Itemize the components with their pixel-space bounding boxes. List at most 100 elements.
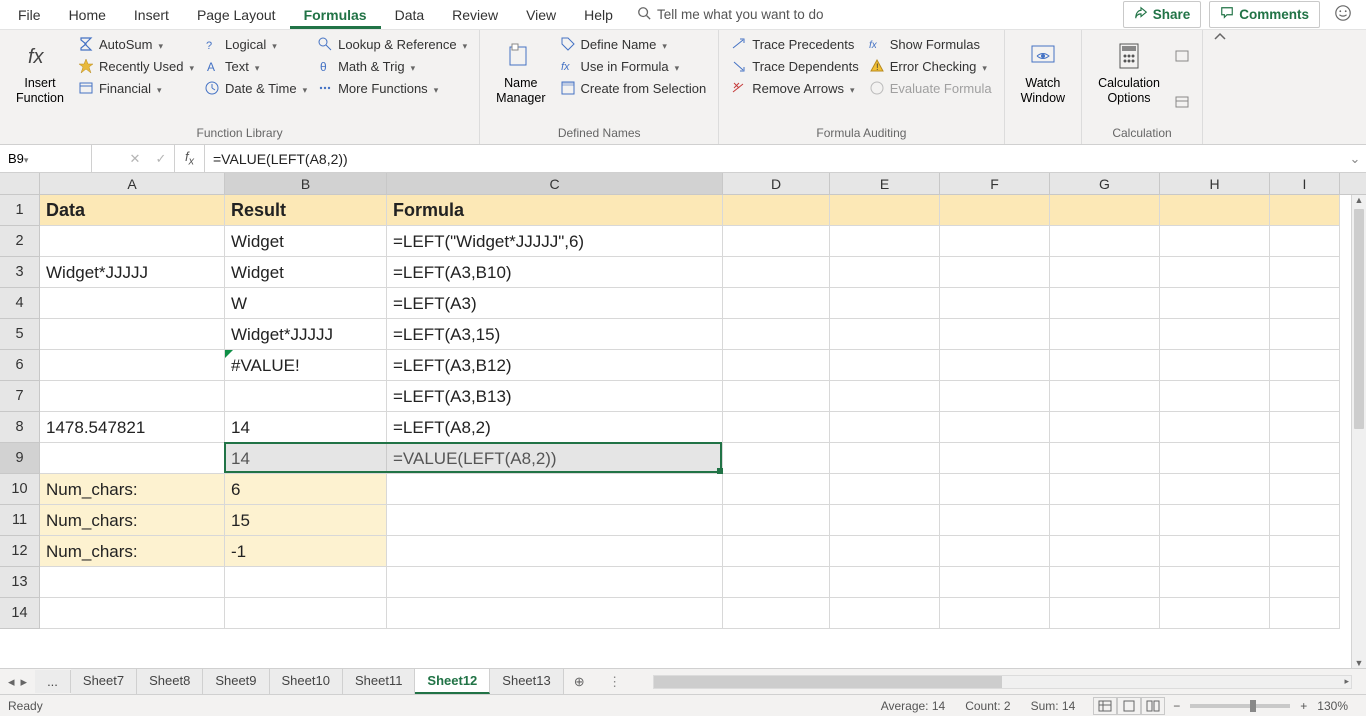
cell[interactable]	[1160, 226, 1270, 257]
cell[interactable]	[940, 474, 1050, 505]
sheet-tab[interactable]: Sheet11	[343, 669, 415, 694]
cell[interactable]: 15	[225, 505, 387, 536]
cell[interactable]	[723, 443, 830, 474]
cell[interactable]: =LEFT("Widget*JJJJJ",6)	[387, 226, 723, 257]
cell[interactable]	[723, 598, 830, 629]
spreadsheet-grid[interactable]: ABCDEFGHI 1234567891011121314 DataResult…	[0, 173, 1366, 668]
scrollbar-thumb[interactable]	[1354, 209, 1364, 429]
cell[interactable]	[1050, 536, 1160, 567]
cell[interactable]	[940, 567, 1050, 598]
cell[interactable]	[723, 505, 830, 536]
menu-tab-help[interactable]: Help	[570, 1, 627, 29]
calculation-options-button[interactable]: Calculation Options	[1090, 34, 1168, 124]
column-header[interactable]: A	[40, 173, 225, 194]
cell[interactable]	[387, 598, 723, 629]
cell[interactable]	[1270, 257, 1340, 288]
cell[interactable]	[723, 350, 830, 381]
cell[interactable]	[1160, 257, 1270, 288]
cell[interactable]: W	[225, 288, 387, 319]
sheet-tab[interactable]: Sheet7	[71, 669, 137, 694]
row-header[interactable]: 10	[0, 474, 40, 505]
vertical-scrollbar[interactable]: ▲ ▼	[1351, 195, 1366, 668]
cell[interactable]	[1270, 443, 1340, 474]
cell[interactable]	[940, 226, 1050, 257]
define-name-button[interactable]: Define Name	[556, 34, 711, 54]
cell[interactable]: Widget*JJJJJ	[40, 257, 225, 288]
cell[interactable]	[723, 536, 830, 567]
cell[interactable]: =LEFT(A8,2)	[387, 412, 723, 443]
cell[interactable]	[723, 474, 830, 505]
zoom-level[interactable]: 130%	[1317, 699, 1348, 713]
collapse-ribbon-button[interactable]	[1203, 30, 1237, 144]
sheet-overflow[interactable]: ...	[35, 670, 71, 693]
feedback-smiley-icon[interactable]	[1334, 4, 1352, 25]
cell[interactable]	[1270, 195, 1340, 226]
cell[interactable]	[1050, 567, 1160, 598]
cell[interactable]	[1050, 257, 1160, 288]
row-header[interactable]: 9	[0, 443, 40, 474]
cell[interactable]: =LEFT(A3)	[387, 288, 723, 319]
cell[interactable]	[1050, 288, 1160, 319]
cell[interactable]	[40, 319, 225, 350]
row-header[interactable]: 5	[0, 319, 40, 350]
cell[interactable]	[1270, 381, 1340, 412]
menu-tab-file[interactable]: File	[4, 1, 55, 29]
cell[interactable]: Num_chars:	[40, 505, 225, 536]
cell[interactable]	[387, 567, 723, 598]
cell[interactable]	[940, 381, 1050, 412]
cell[interactable]	[225, 567, 387, 598]
cell[interactable]: #VALUE!	[225, 350, 387, 381]
cell[interactable]: Formula	[387, 195, 723, 226]
cell[interactable]	[1050, 598, 1160, 629]
cell[interactable]	[1050, 350, 1160, 381]
cell[interactable]	[1160, 319, 1270, 350]
menu-tab-home[interactable]: Home	[55, 1, 120, 29]
cell[interactable]	[830, 536, 940, 567]
cell[interactable]	[940, 505, 1050, 536]
cell[interactable]: Num_chars:	[40, 474, 225, 505]
cell[interactable]	[1160, 381, 1270, 412]
formula-input[interactable]: =VALUE(LEFT(A8,2))	[205, 145, 1344, 172]
row-header[interactable]: 2	[0, 226, 40, 257]
error-checking-button[interactable]: !Error Checking	[865, 56, 996, 76]
sheet-tab[interactable]: Sheet10	[270, 669, 343, 694]
cell[interactable]	[940, 195, 1050, 226]
cell[interactable]	[830, 288, 940, 319]
cell[interactable]: 1478.547821	[40, 412, 225, 443]
row-header[interactable]: 14	[0, 598, 40, 629]
autosum-button[interactable]: AutoSum	[74, 34, 198, 54]
trace-precedents-button[interactable]: Trace Precedents	[727, 34, 862, 54]
row-header[interactable]: 6	[0, 350, 40, 381]
cell[interactable]	[40, 567, 225, 598]
zoom-out-button[interactable]: −	[1173, 699, 1180, 713]
row-header[interactable]: 12	[0, 536, 40, 567]
more-functions-button[interactable]: More Functions	[313, 78, 471, 98]
cell[interactable]	[40, 598, 225, 629]
fx-label-icon[interactable]: fx	[175, 145, 205, 172]
cell[interactable]	[40, 350, 225, 381]
cell[interactable]	[1050, 505, 1160, 536]
comments-button[interactable]: Comments	[1209, 1, 1320, 28]
cell[interactable]	[1160, 288, 1270, 319]
cell[interactable]	[1050, 319, 1160, 350]
column-header[interactable]: E	[830, 173, 940, 194]
normal-view-icon[interactable]	[1093, 697, 1117, 715]
cell[interactable]: 14	[225, 412, 387, 443]
cell[interactable]	[40, 288, 225, 319]
row-header[interactable]: 3	[0, 257, 40, 288]
cell[interactable]: 6	[225, 474, 387, 505]
menu-tab-view[interactable]: View	[512, 1, 570, 29]
cell[interactable]	[723, 226, 830, 257]
text-button[interactable]: AText	[200, 56, 311, 76]
menu-tab-page-layout[interactable]: Page Layout	[183, 1, 290, 29]
cell[interactable]	[1050, 412, 1160, 443]
row-header[interactable]: 11	[0, 505, 40, 536]
cell[interactable]	[225, 598, 387, 629]
cell[interactable]	[940, 350, 1050, 381]
cell[interactable]	[830, 598, 940, 629]
column-header[interactable]: G	[1050, 173, 1160, 194]
cell[interactable]: =LEFT(A3,15)	[387, 319, 723, 350]
cell[interactable]	[940, 257, 1050, 288]
cell[interactable]	[940, 288, 1050, 319]
cell[interactable]	[723, 257, 830, 288]
